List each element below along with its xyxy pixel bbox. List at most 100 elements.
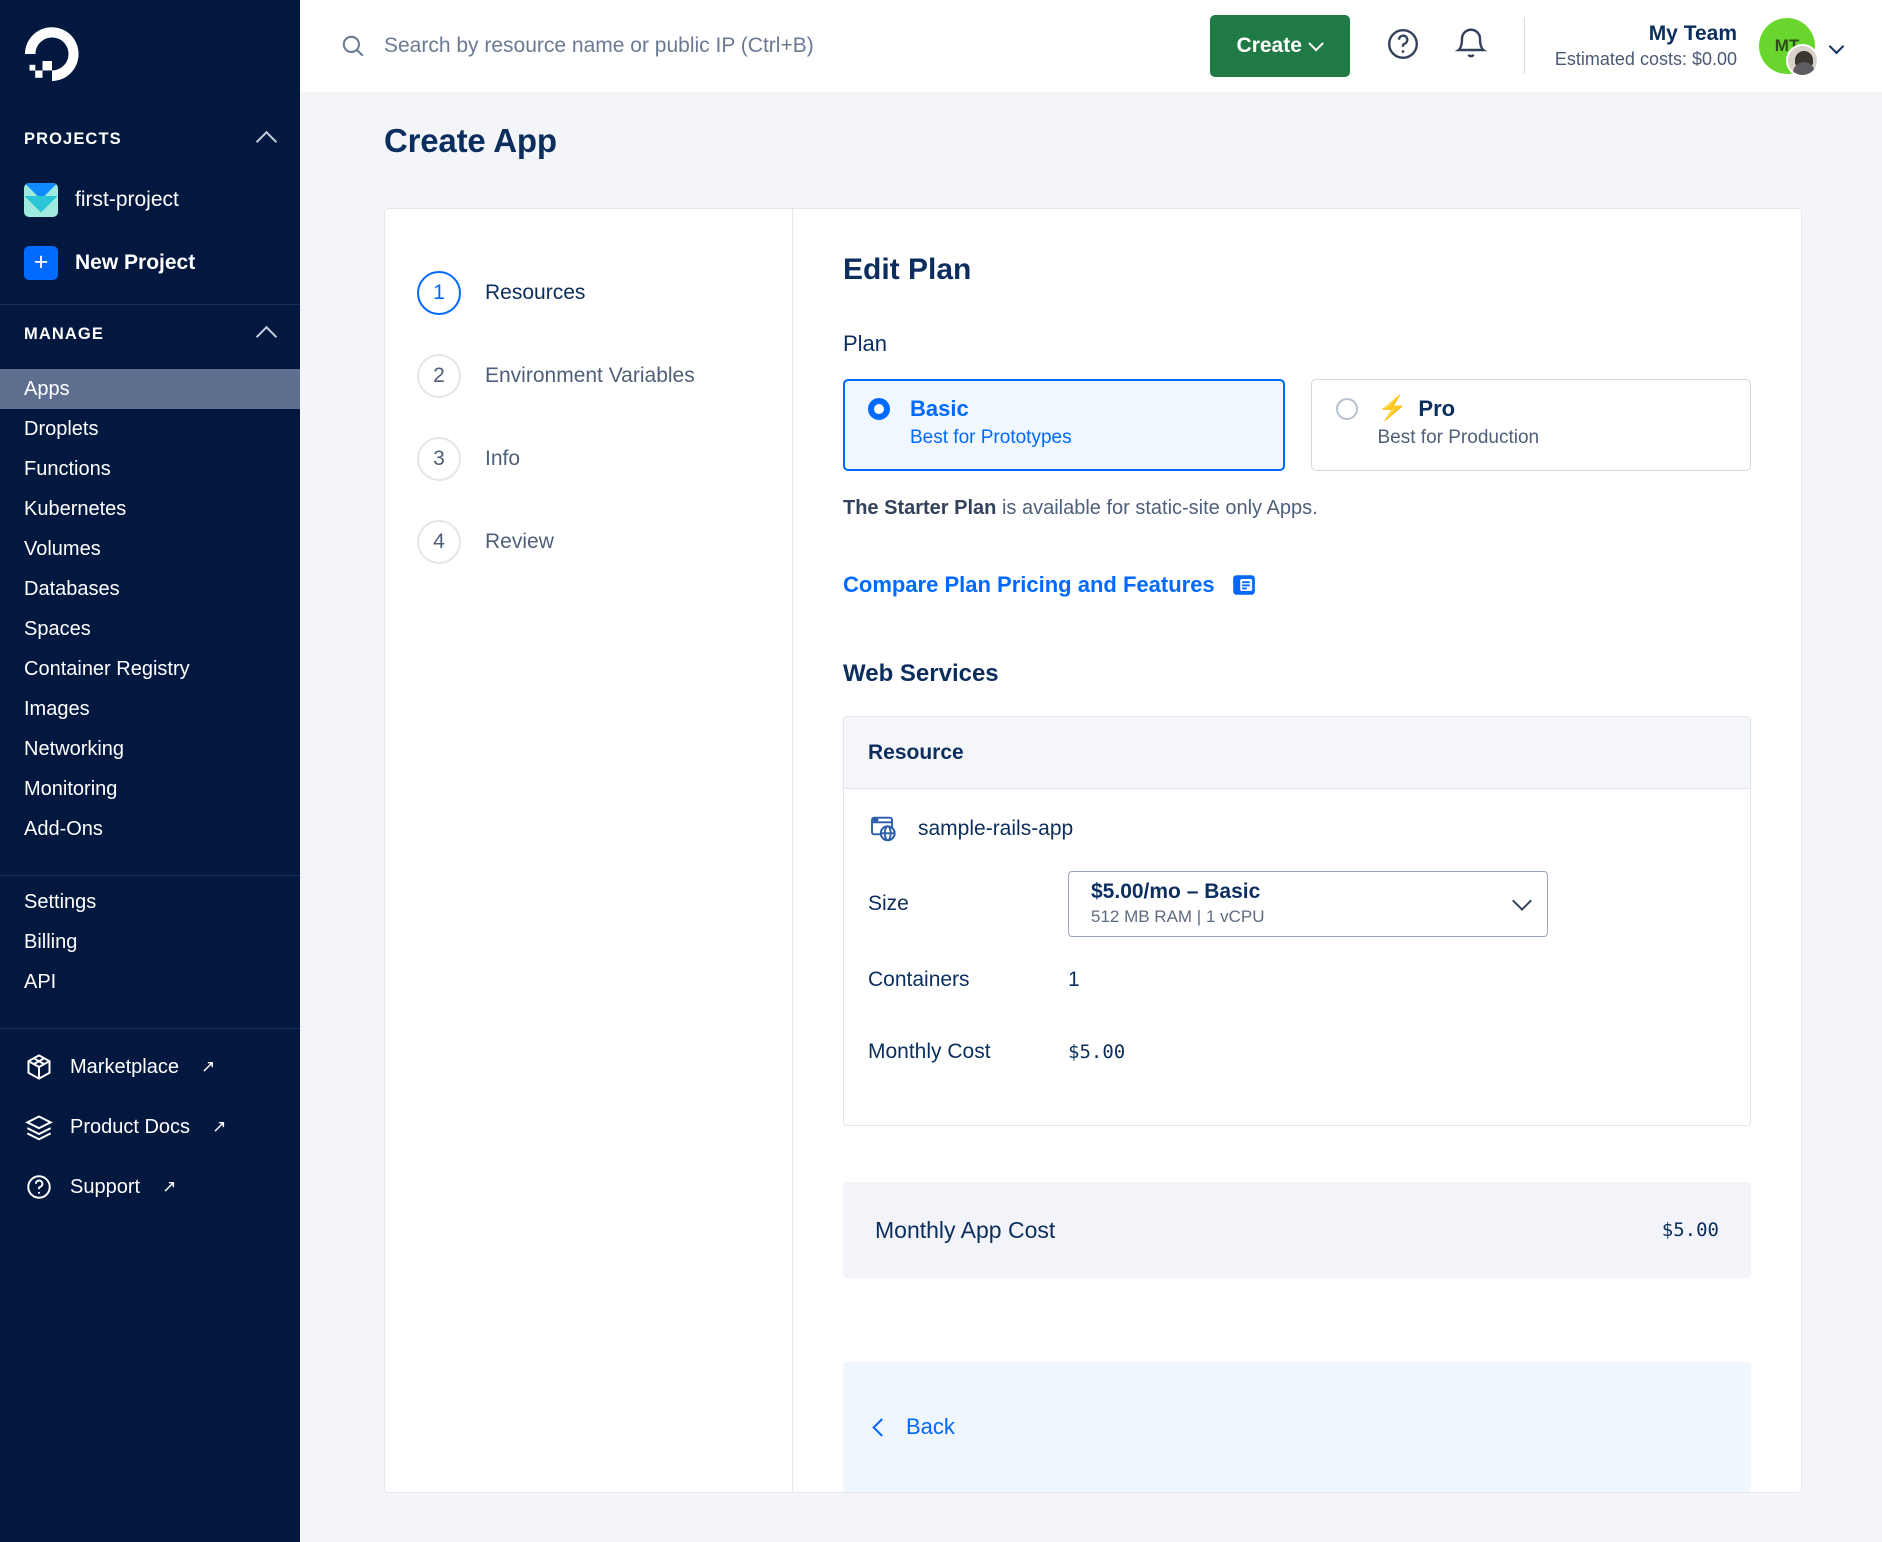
sidebar-item-label: Product Docs	[70, 1115, 191, 1138]
sidebar-item-label: Marketplace	[70, 1055, 179, 1078]
sidebar-item-volumes[interactable]: Volumes	[0, 529, 300, 569]
resource-monthly-cost-row: Monthly Cost $5.00	[868, 1023, 1726, 1081]
step-wizard-nav: 1 Resources 2 Environment Variables 3 In…	[385, 209, 793, 1492]
sidebar-item-api[interactable]: API	[0, 962, 300, 1002]
web-services-table: Resource sample-rails-app Size $5.00/mo …	[843, 716, 1751, 1126]
back-button-label: Back	[906, 1414, 955, 1439]
monthly-app-cost-bar: Monthly App Cost $5.00	[843, 1182, 1751, 1278]
sidebar-item-marketplace[interactable]: Marketplace ↗	[0, 1037, 300, 1097]
topbar-divider	[1523, 18, 1525, 74]
sidebar-item-product-docs[interactable]: Product Docs ↗	[0, 1097, 300, 1157]
plan-option-basic[interactable]: Basic Best for Prototypes	[843, 379, 1285, 471]
projects-section-header[interactable]: PROJECTS	[0, 110, 300, 168]
external-link-arrow-icon: ↗	[212, 1117, 227, 1136]
compare-plans-link[interactable]: Compare Plan Pricing and Features	[843, 572, 1215, 598]
sidebar-item-monitoring[interactable]: Monitoring	[0, 769, 300, 809]
starter-plan-note-bold: The Starter Plan	[843, 497, 997, 519]
plan-subtitle: Best for Production	[1377, 427, 1540, 448]
sidebar-project-first-project[interactable]: first-project	[0, 168, 300, 231]
lightning-bolt-icon: ⚡	[1377, 395, 1408, 422]
chevron-up-icon[interactable]	[255, 130, 278, 153]
sidebar-item-label: Support	[70, 1175, 141, 1198]
create-button[interactable]: Create	[1209, 15, 1350, 77]
step-number: 2	[417, 353, 461, 398]
sidebar-item-support[interactable]: Support ↗	[0, 1157, 300, 1217]
size-select-sub: 512 MB RAM | 1 vCPU	[1091, 907, 1265, 927]
sidebar-item-droplets[interactable]: Droplets	[0, 409, 300, 449]
manage-section-header[interactable]: MANAGE	[0, 305, 300, 363]
back-button[interactable]: Back	[872, 1414, 955, 1440]
compare-plans-row[interactable]: Compare Plan Pricing and Features	[843, 572, 1751, 598]
main-area: Create	[300, 0, 1882, 1542]
search-icon	[340, 33, 366, 59]
notifications-button[interactable]	[1448, 23, 1494, 69]
external-link-arrow-icon: ↗	[162, 1177, 177, 1196]
document-icon	[1231, 572, 1257, 598]
plan-options: Basic Best for Prototypes ⚡ Pro Best for…	[843, 379, 1751, 471]
step-review[interactable]: 4 Review	[385, 500, 792, 583]
logo-container[interactable]	[0, 0, 300, 110]
question-circle-icon	[24, 1172, 54, 1202]
avatar-photo	[1786, 44, 1819, 77]
edit-plan-pane: Edit Plan Plan Basic Best for Prototypes	[793, 209, 1801, 1492]
web-services-title: Web Services	[843, 660, 999, 687]
search-container[interactable]	[340, 33, 1210, 59]
size-select-main: $5.00/mo – Basic	[1091, 879, 1261, 903]
starter-plan-note-rest: is available for static-site only Apps.	[996, 497, 1318, 519]
step-label: Resources	[485, 280, 586, 304]
size-select-text: $5.00/mo – Basic 512 MB RAM | 1 vCPU	[1091, 880, 1265, 928]
digitalocean-logo-icon	[24, 27, 80, 83]
chevron-down-icon	[1512, 891, 1532, 911]
plan-name-wrap: ⚡ Pro	[1378, 396, 1456, 422]
step-label: Info	[485, 446, 521, 470]
cube-icon	[24, 1052, 54, 1082]
app-root: PROJECTS first-project + New Project MAN…	[0, 0, 1882, 1542]
plan-option-pro-header: ⚡ Pro	[1335, 396, 1751, 422]
sidebar-new-project-button[interactable]: + New Project	[0, 231, 300, 294]
help-button[interactable]	[1380, 23, 1426, 69]
plan-subtitle: Best for Prototypes	[910, 427, 1072, 448]
containers-value: 1	[1068, 968, 1080, 991]
manage-nav-list: Apps Droplets Functions Kubernetes Volum…	[0, 363, 300, 865]
radio-pro[interactable]	[1335, 398, 1358, 420]
step-info[interactable]: 3 Info	[385, 417, 792, 500]
plan-name: Pro	[1418, 396, 1456, 421]
resource-containers-row: Containers 1	[868, 951, 1726, 1009]
sidebar-item-add-ons[interactable]: Add-Ons	[0, 809, 300, 849]
sidebar-item-container-registry[interactable]: Container Registry	[0, 649, 300, 689]
plan-option-pro[interactable]: ⚡ Pro Best for Production	[1310, 379, 1751, 471]
table-row: sample-rails-app	[868, 813, 1726, 845]
resource-name: sample-rails-app	[918, 817, 1074, 840]
monthly-app-cost-value: $5.00	[1661, 1219, 1719, 1241]
sidebar-item-networking[interactable]: Networking	[0, 729, 300, 769]
plan-field-label: Plan	[843, 331, 888, 356]
sidebar-item-apps[interactable]: Apps	[0, 369, 300, 409]
sidebar: PROJECTS first-project + New Project MAN…	[0, 0, 300, 1542]
sidebar-item-databases[interactable]: Databases	[0, 569, 300, 609]
sidebar-item-billing[interactable]: Billing	[0, 922, 300, 962]
sidebar-item-functions[interactable]: Functions	[0, 449, 300, 489]
radio-basic[interactable]	[868, 398, 890, 420]
chevron-down-icon[interactable]	[1828, 38, 1845, 54]
sidebar-item-kubernetes[interactable]: Kubernetes	[0, 489, 300, 529]
chevron-up-icon[interactable]	[255, 325, 278, 348]
external-link-arrow-icon: ↗	[200, 1057, 216, 1076]
step-number: 3	[417, 436, 461, 481]
plus-icon: +	[24, 245, 58, 280]
step-resources[interactable]: 1 Resources	[385, 251, 792, 334]
team-name: My Team	[1648, 21, 1737, 45]
table-header-row: Resource	[844, 717, 1750, 789]
step-environment-variables[interactable]: 2 Environment Variables	[385, 334, 792, 417]
pane-title: Edit Plan	[843, 253, 972, 286]
search-input[interactable]	[384, 34, 1210, 58]
avatar[interactable]: MT	[1759, 18, 1819, 77]
sidebar-item-spaces[interactable]: Spaces	[0, 609, 300, 649]
question-circle-icon	[1385, 26, 1421, 67]
sidebar-item-images[interactable]: Images	[0, 689, 300, 729]
page-title: Create App	[384, 122, 557, 159]
team-info[interactable]: My Team Estimated costs: $0.00	[1555, 21, 1737, 72]
size-label: Size	[868, 892, 909, 915]
bell-icon	[1453, 26, 1489, 67]
sidebar-item-settings[interactable]: Settings	[0, 882, 300, 922]
size-select[interactable]: $5.00/mo – Basic 512 MB RAM | 1 vCPU	[1068, 871, 1548, 937]
